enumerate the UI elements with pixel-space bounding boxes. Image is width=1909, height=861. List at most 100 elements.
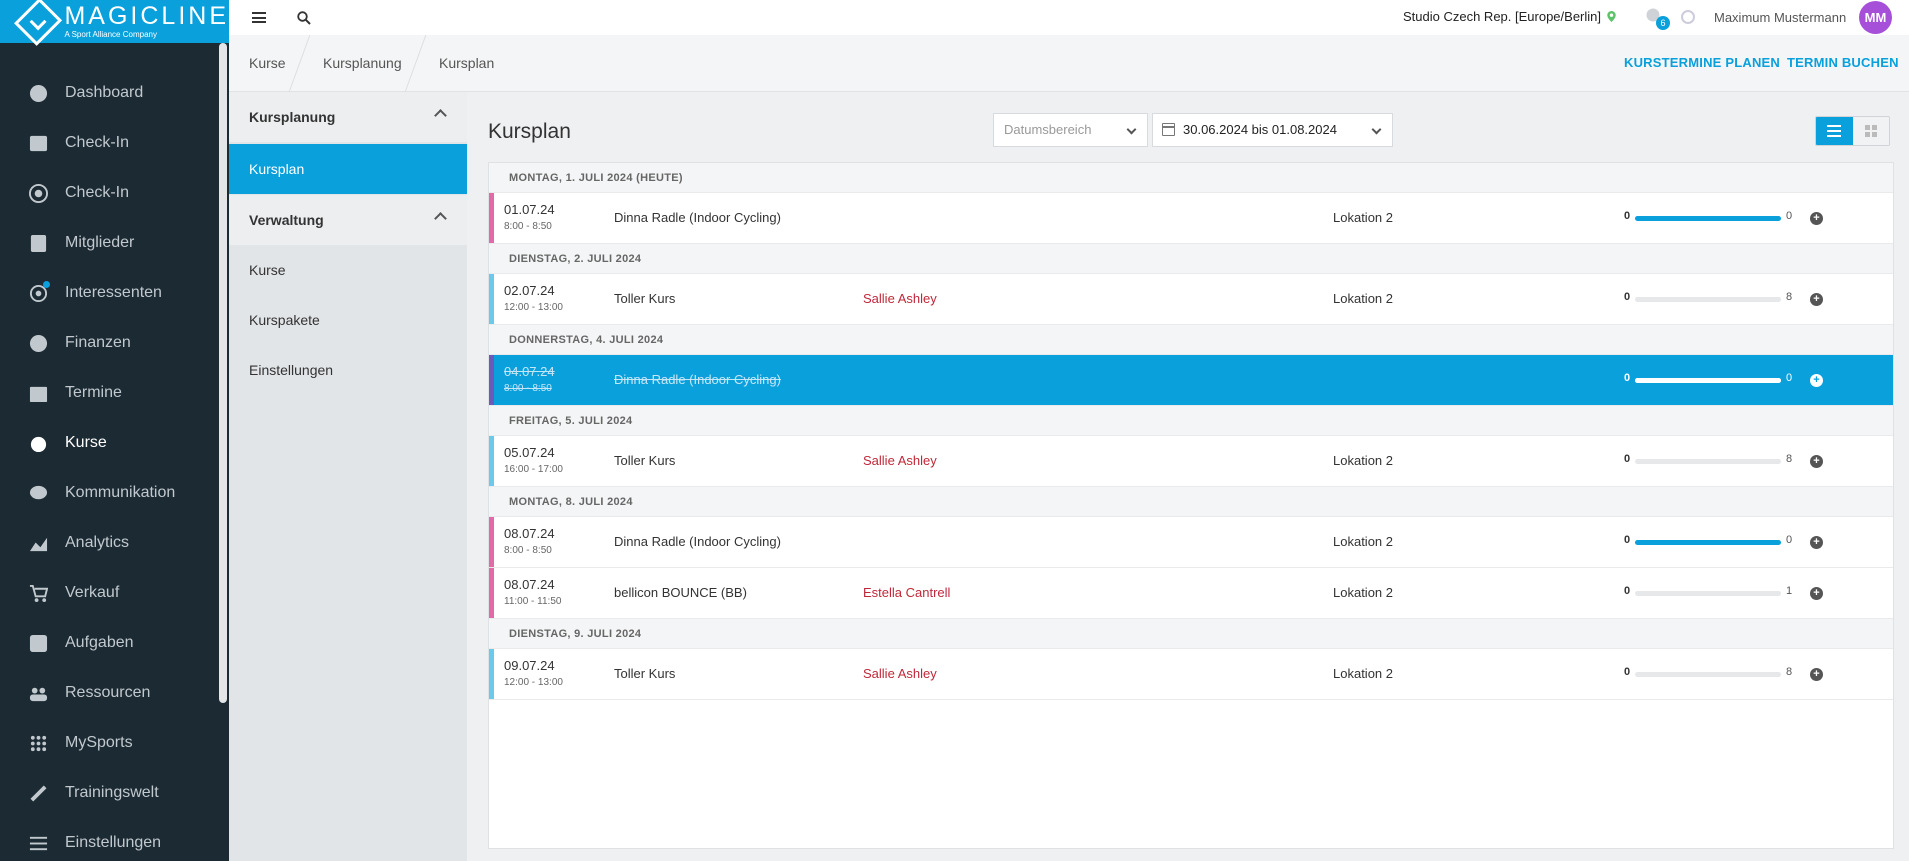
course-time: 12:00 - 13:00 (504, 677, 563, 688)
subnav-group-verwaltung[interactable]: Verwaltung (229, 195, 467, 245)
course-name: Dinna Radle (Indoor Cycling) (614, 534, 781, 549)
subnav-item-einstellungen[interactable]: Einstellungen (229, 345, 467, 395)
sidebar-item-interessenten[interactable]: Interessenten (0, 268, 229, 318)
course-location: Lokation 2 (1333, 534, 1393, 549)
sidebar-item-label: Check-In (65, 184, 130, 201)
sidebar-item-check-in[interactable]: Check-In (0, 168, 229, 218)
brand-name: MAGICLINE (64, 2, 229, 30)
cart-icon (28, 583, 48, 603)
add-booking-icon[interactable]: + (1810, 587, 1823, 600)
add-booking-icon[interactable]: + (1810, 374, 1823, 387)
sidebar-item-analytics[interactable]: Analytics (0, 518, 229, 568)
breadcrumb-kurse[interactable]: Kurse (249, 35, 286, 92)
add-booking-icon[interactable]: + (1810, 668, 1823, 681)
course-row[interactable]: 02.07.24 12:00 - 13:00 Toller Kurs Sallie A… (489, 274, 1893, 325)
breadcrumb-kursplanung[interactable]: Kursplanung (323, 35, 402, 92)
clock-icon[interactable] (1681, 10, 1695, 24)
course-row[interactable]: 01.07.24 8:00 - 8:50 Dinna Radle (Indoor C… (489, 193, 1893, 244)
course-color-bar (489, 649, 494, 699)
course-row[interactable]: 04.07.24 8:00 - 8:50 Dinna Radle (Indoor C… (489, 355, 1893, 406)
user-name[interactable]: Maximum Mustermann (1714, 10, 1846, 25)
capacity-bar (1635, 459, 1781, 464)
booked-count: 0 (1624, 291, 1631, 303)
sidebar-item-kommunikation[interactable]: Kommunikation (0, 468, 229, 518)
sidebar-item-mitglieder[interactable]: Mitglieder (0, 218, 229, 268)
subnav-item-kursplan[interactable]: Kursplan (229, 144, 467, 194)
subnav-item-kurspakete[interactable]: Kurspakete (229, 295, 467, 345)
analytics-icon (28, 533, 48, 553)
sidebar-item-label: Ressourcen (65, 684, 151, 701)
book-appointment-button[interactable]: TERMIN BUCHEN (1787, 55, 1899, 70)
sidebar-item-verkauf[interactable]: Verkauf (0, 568, 229, 618)
course-row[interactable]: 08.07.24 8:00 - 8:50 Dinna Radle (Indoor C… (489, 517, 1893, 568)
sidebar-item-dashboard[interactable]: Dashboard (0, 68, 229, 118)
date-type-select[interactable]: Datumsbereich (993, 113, 1148, 147)
sidebar-item-finanzen[interactable]: Finanzen (0, 318, 229, 368)
menu-toggle-icon[interactable] (252, 12, 266, 23)
course-time: 12:00 - 13:00 (504, 302, 563, 313)
subnav-group-kursplanung[interactable]: Kursplanung (229, 92, 467, 142)
day-header: FREITAG, 5. JULI 2024 (489, 406, 1893, 436)
capacity-count: 0 (1786, 372, 1793, 384)
euro-icon (28, 333, 48, 353)
course-name: bellicon BOUNCE (BB) (614, 585, 747, 600)
course-trainer[interactable]: Estella Cantrell (863, 585, 950, 600)
course-time: 16:00 - 17:00 (504, 464, 563, 475)
resources-icon (28, 683, 48, 703)
magicline-logo-icon (14, 0, 63, 46)
day-header: MONTAG, 1. JULI 2024 (HEUTE) (489, 163, 1893, 193)
sidebar-item-ressourcen[interactable]: Ressourcen (0, 668, 229, 718)
plan-course-dates-button[interactable]: KURSTERMINE PLANEN (1624, 55, 1780, 70)
subnav-group-label: Kursplanung (249, 109, 336, 125)
search-icon[interactable] (297, 10, 311, 25)
brand-tagline: A Sport Alliance Company (64, 30, 157, 39)
capacity-bar-fill (1635, 540, 1781, 545)
add-booking-icon[interactable]: + (1810, 293, 1823, 306)
course-row[interactable]: 05.07.24 16:00 - 17:00 Toller Kurs Sallie A… (489, 436, 1893, 487)
sidebar-item-aufgaben[interactable]: Aufgaben (0, 618, 229, 668)
course-name: Toller Kurs (614, 666, 676, 681)
course-trainer[interactable]: Sallie Ashley (863, 291, 937, 306)
capacity-count: 0 (1786, 210, 1793, 222)
course-trainer[interactable]: Sallie Ashley (863, 666, 937, 681)
course-row[interactable]: 08.07.24 11:00 - 11:50 bellicon BOUNCE (BB… (489, 568, 1893, 619)
course-time: 8:00 - 8:50 (504, 383, 552, 394)
course-trainer[interactable]: Sallie Ashley (863, 453, 937, 468)
capacity-count: 8 (1786, 291, 1793, 303)
add-booking-icon[interactable]: + (1810, 536, 1823, 549)
sidebar-item-label: Kommunikation (65, 484, 176, 501)
subnav-item-kurse[interactable]: Kurse (229, 245, 467, 295)
add-booking-icon[interactable]: + (1810, 212, 1823, 225)
chat-icon (28, 483, 48, 503)
sidebar-scrollbar[interactable] (219, 43, 227, 703)
course-location: Lokation 2 (1333, 210, 1393, 225)
grid-view-button[interactable] (1852, 117, 1889, 145)
chevron-down-icon (1126, 124, 1137, 135)
brand-logo[interactable]: MAGICLINE A Sport Alliance Company (0, 0, 229, 46)
training-icon (28, 783, 48, 803)
sidebar-item-kurse[interactable]: Kurse (0, 418, 229, 468)
sidebar-item-mysports[interactable]: MySports (0, 718, 229, 768)
course-time: 8:00 - 8:50 (504, 545, 552, 556)
list-view-button[interactable] (1816, 117, 1853, 145)
sidebar-nav: Dashboard Check-In Check-In Mitglieder Inter… (0, 68, 229, 861)
sidebar-item-check-in[interactable]: Check-In (0, 118, 229, 168)
studio-selector[interactable]: Studio Czech Rep. [Europe/Berlin] (1403, 9, 1616, 24)
sidebar-item-termine[interactable]: Termine (0, 368, 229, 418)
grid-icon (1864, 125, 1877, 137)
course-color-bar (489, 193, 494, 243)
sidebar-item-einstellungen[interactable]: Einstellungen (0, 818, 229, 861)
course-date: 05.07.24 (504, 445, 555, 460)
capacity-count: 8 (1786, 453, 1793, 465)
date-range-select[interactable]: 30.06.2024 bis 01.08.2024 (1152, 113, 1393, 147)
notifications-button[interactable]: 6 (1646, 8, 1670, 30)
courses-icon (28, 433, 48, 453)
add-booking-icon[interactable]: + (1810, 455, 1823, 468)
sidebar-item-label: MySports (65, 734, 133, 751)
sidebar-item-label: Einstellungen (65, 834, 162, 851)
course-color-bar (489, 436, 494, 486)
course-row[interactable]: 09.07.24 12:00 - 13:00 Toller Kurs Sallie A… (489, 649, 1893, 700)
avatar[interactable]: MM (1859, 1, 1892, 34)
view-toggle (1815, 116, 1890, 146)
sidebar-item-trainingswelt[interactable]: Trainingswelt (0, 768, 229, 818)
